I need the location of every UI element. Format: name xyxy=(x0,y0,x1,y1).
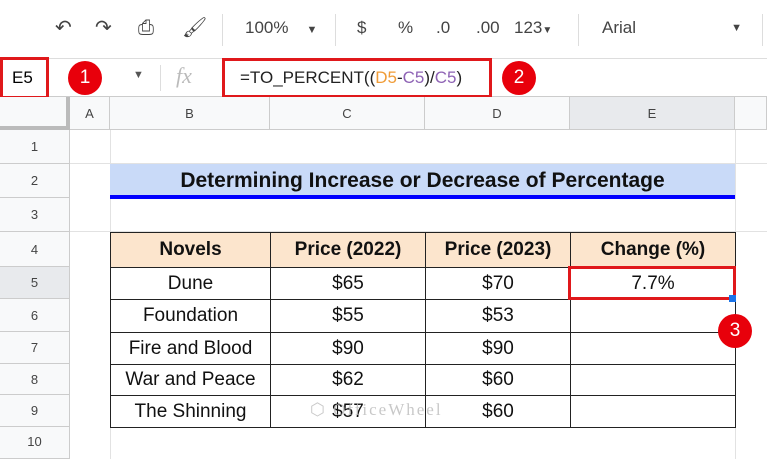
currency-button[interactable]: $ xyxy=(357,14,366,42)
row-header-7[interactable]: 7 xyxy=(0,332,70,364)
divider xyxy=(762,14,763,46)
fx-icon: fx xyxy=(176,63,192,88)
paint-format-icon[interactable]: 🖌 xyxy=(182,14,207,42)
print-icon[interactable]: ⎙ xyxy=(138,14,154,42)
cell-novel[interactable]: Foundation xyxy=(110,299,271,333)
cell-price-2023[interactable]: $70 xyxy=(425,267,571,300)
cell-price-2022[interactable]: $90 xyxy=(270,332,426,365)
cell-price-2023[interactable]: $53 xyxy=(425,299,571,333)
row-header-5[interactable]: 5 xyxy=(0,267,70,299)
highlight-selected-cell xyxy=(568,266,736,300)
cell-price-2023[interactable]: $60 xyxy=(425,395,571,428)
row-header-9[interactable]: 9 xyxy=(0,395,70,427)
select-all-corner[interactable] xyxy=(0,97,70,130)
header-novel[interactable]: Novels xyxy=(110,232,271,268)
zoom-value: 100% xyxy=(245,18,289,37)
chevron-down-icon[interactable]: ▼ xyxy=(133,69,144,81)
column-header-c[interactable]: C xyxy=(270,97,425,130)
column-header-b[interactable]: B xyxy=(110,97,270,130)
redo-icon[interactable]: ↷ xyxy=(95,14,112,42)
step-badge-1: 1 xyxy=(68,61,102,95)
row-header-6[interactable]: 6 xyxy=(0,299,70,332)
header-price-2022[interactable]: Price (2022) xyxy=(270,232,426,268)
undo-icon[interactable]: ↶ xyxy=(55,14,72,42)
percent-button[interactable]: % xyxy=(398,14,413,42)
divider xyxy=(160,65,161,91)
cell-novel[interactable]: The Shinning xyxy=(110,395,271,428)
step-badge-3: 3 xyxy=(718,314,752,348)
cell-price-2022[interactable]: $55 xyxy=(270,299,426,333)
increase-decimal-button[interactable]: .00 xyxy=(476,14,500,42)
divider xyxy=(222,14,223,46)
chevron-down-icon: ▼ xyxy=(542,25,553,36)
fill-handle[interactable] xyxy=(729,295,736,302)
decrease-decimal-button[interactable]: .0 xyxy=(436,14,450,42)
watermark-logo: ⬡ OfficeWheel xyxy=(310,400,443,419)
divider xyxy=(335,14,336,46)
row-header-10[interactable]: 10 xyxy=(0,427,70,459)
cell-price-2023[interactable]: $90 xyxy=(425,332,571,365)
cell-price-2023[interactable]: $60 xyxy=(425,364,571,396)
cell-change[interactable] xyxy=(570,364,736,396)
step-badge-2: 2 xyxy=(502,61,536,95)
formula-bar: E5 1 ▼ fx =TO_PERCENT((D5-C5)/C5) 2 xyxy=(0,57,767,99)
toolbar: ↶ ↷ ⎙ 🖌 100% ▼ $ % .0 .00 123▼ Arial ▼ xyxy=(0,0,767,58)
header-price-2023[interactable]: Price (2023) xyxy=(425,232,571,268)
cell-price-2022[interactable]: $65 xyxy=(270,267,426,300)
cell-novel[interactable]: Fire and Blood xyxy=(110,332,271,365)
header-change[interactable]: Change (%) xyxy=(570,232,736,268)
row-header-2[interactable]: 2 xyxy=(0,164,70,198)
highlight-name-box xyxy=(0,57,49,99)
format-label: 123 xyxy=(514,18,543,37)
row-header-8[interactable]: 8 xyxy=(0,364,70,395)
font-label: Arial xyxy=(602,18,637,37)
row-header-3[interactable]: 3 xyxy=(0,198,70,232)
chevron-down-icon: ▼ xyxy=(731,22,742,34)
column-header-e[interactable]: E xyxy=(570,97,735,130)
chevron-down-icon: ▼ xyxy=(306,24,318,36)
column-header-a[interactable]: A xyxy=(70,97,110,130)
sheet-title: Determining Increase or Decrease of Perc… xyxy=(110,164,735,199)
cell-novel[interactable]: Dune xyxy=(110,267,271,300)
cell-price-2022[interactable]: $62 xyxy=(270,364,426,396)
cell-change[interactable] xyxy=(570,395,736,428)
row-header-4[interactable]: 4 xyxy=(0,232,70,267)
font-select[interactable]: Arial ▼ xyxy=(602,14,742,42)
more-formats-select[interactable]: 123▼ xyxy=(514,14,552,42)
cell-change[interactable] xyxy=(570,332,736,365)
cell-change[interactable] xyxy=(570,299,736,333)
cell-novel[interactable]: War and Peace xyxy=(110,364,271,396)
column-header-d[interactable]: D xyxy=(425,97,570,130)
zoom-select[interactable]: 100% ▼ xyxy=(245,14,317,42)
column-header-f[interactable] xyxy=(735,97,767,130)
highlight-formula xyxy=(222,58,492,98)
divider xyxy=(578,14,579,46)
row-header-1[interactable]: 1 xyxy=(0,130,70,164)
